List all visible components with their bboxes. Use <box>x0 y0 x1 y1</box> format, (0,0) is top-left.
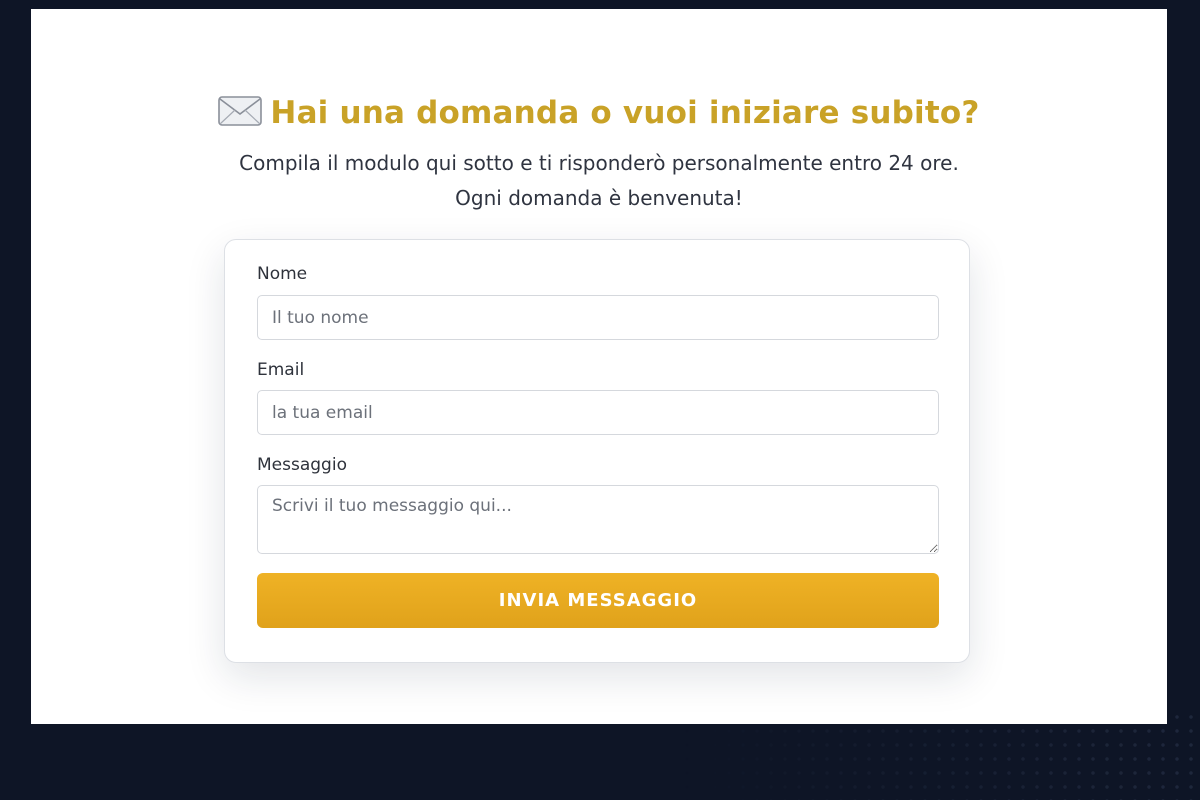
envelope-icon <box>218 96 263 126</box>
name-label: Nome <box>257 264 308 284</box>
heading-text: Hai una domanda o vuoi iniziare subito? <box>270 95 980 131</box>
section-heading: Hai una domanda o vuoi iniziare subito? <box>31 95 1167 131</box>
contact-form-card: Nome Email Messaggio INVIA MESSAGGIO <box>224 239 970 663</box>
contact-section: Hai una domanda o vuoi iniziare subito? … <box>31 9 1167 724</box>
subtitle-line-1: Compila il modulo qui sotto e ti rispond… <box>239 151 959 175</box>
email-field[interactable] <box>257 390 939 435</box>
name-field[interactable] <box>257 295 939 340</box>
message-label: Messaggio <box>257 455 347 475</box>
submit-button[interactable]: INVIA MESSAGGIO <box>257 573 939 628</box>
subtitle-line-2: Ogni domanda è benvenuta! <box>455 186 743 210</box>
message-field[interactable] <box>257 485 939 554</box>
email-label: Email <box>257 360 305 380</box>
section-subtitle: Compila il modulo qui sotto e ti rispond… <box>31 146 1167 216</box>
